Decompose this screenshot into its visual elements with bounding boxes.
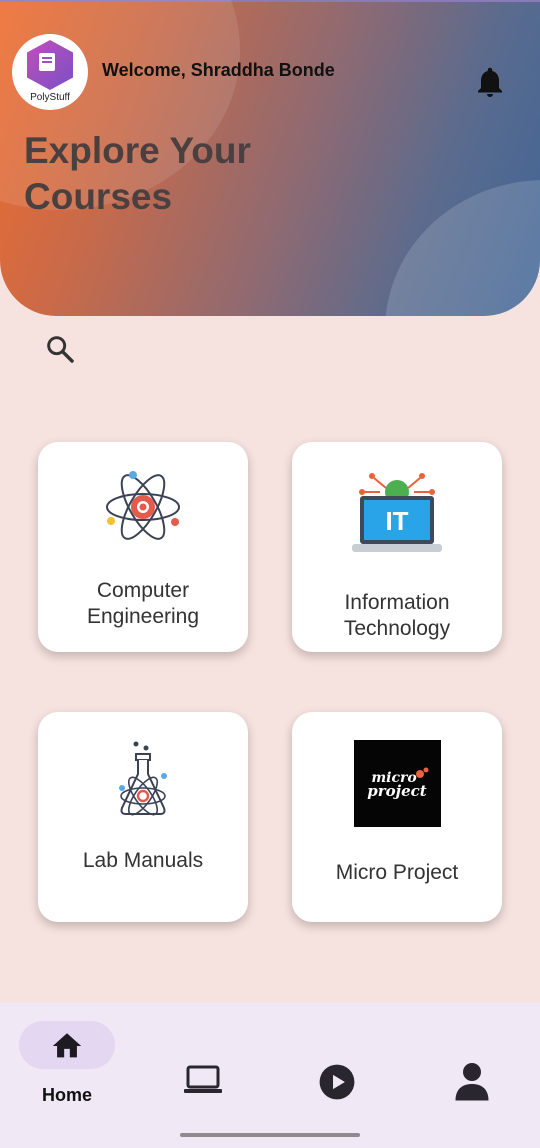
logo-hexagon-icon [27,40,73,90]
nav-item-videos[interactable] [289,1021,385,1121]
svg-text:IT: IT [385,506,408,536]
course-label: Micro Project [335,861,459,884]
bottom-navigation: Home [0,1003,540,1148]
laptop-icon [184,1065,222,1093]
course-label: Information Technology [292,590,502,642]
play-icon [319,1064,355,1100]
course-label-line-1: Information [344,591,450,614]
title-line-2: Courses [24,176,173,217]
nav-item-profile[interactable] [424,1021,520,1121]
nav-item-courses[interactable] [155,1021,251,1121]
decorative-circle [385,180,540,316]
course-card-micro-project[interactable]: micro project Micro Project [292,712,502,922]
course-card-computer-engineering[interactable]: Computer Engineering [38,442,248,652]
app-logo[interactable]: PolyStuff [12,34,88,110]
flask-atom-icon [119,741,167,816]
course-label: Lab Manuals [82,849,204,872]
atom-gear-icon [106,471,180,540]
course-label-line-2: Technology [343,617,451,640]
svg-text:project: project [367,782,427,800]
search-icon[interactable] [44,333,76,365]
course-label: Computer Engineering [38,578,248,630]
welcome-text: Welcome, Shraddha Bonde [102,60,335,80]
gesture-home-bar[interactable] [180,1133,360,1137]
it-laptop-icon: IT [352,473,442,552]
title-line-1: Explore Your [24,130,251,171]
home-icon [52,1033,82,1058]
course-card-information-technology[interactable]: IT Information Technology [292,442,502,652]
micro-project-logo: micro project [354,740,441,827]
course-label-line-2: Engineering [86,605,200,628]
course-label-line-1: Computer [96,579,190,602]
nav-label-home: Home [41,1085,92,1105]
notification-bell-icon[interactable] [472,62,508,102]
header-banner: PolyStuff Welcome, Shraddha Bonde Explor… [0,0,540,316]
nav-item-home[interactable]: Home [19,1021,115,1121]
page-title: Explore Your Courses [24,128,251,220]
course-card-lab-manuals[interactable]: Lab Manuals [38,712,248,922]
logo-text: PolyStuff [30,92,70,103]
person-icon [455,1063,489,1101]
